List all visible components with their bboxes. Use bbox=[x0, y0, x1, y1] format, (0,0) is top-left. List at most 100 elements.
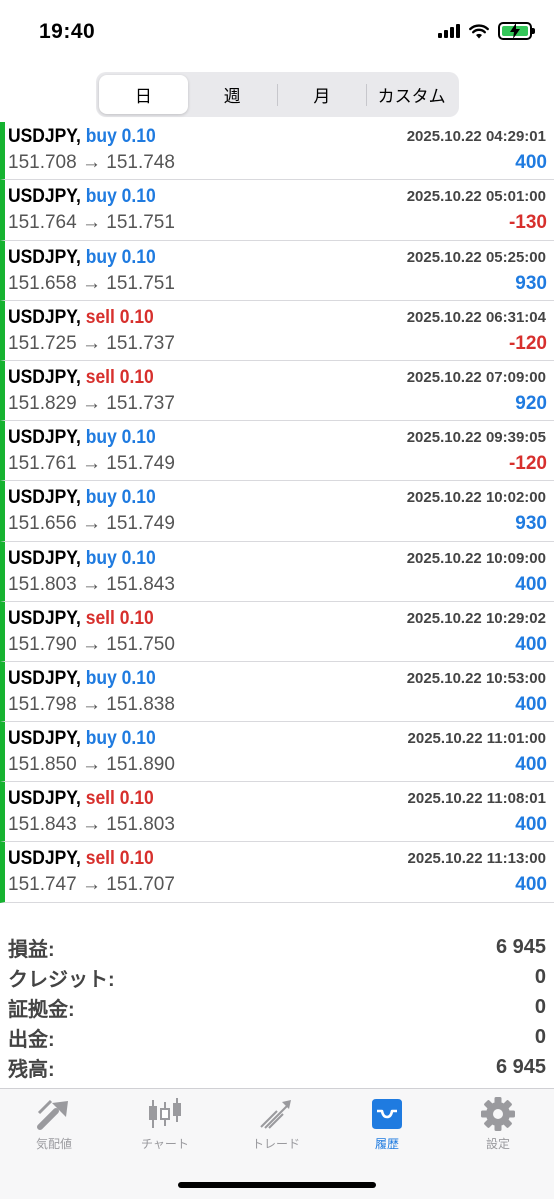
settings-icon bbox=[481, 1097, 515, 1131]
trade-row[interactable]: USDJPY, buy 0.10 2025.10.22 04:29:01 151.7… bbox=[0, 120, 554, 181]
summary-row: 残高: 6 945 bbox=[0, 1052, 554, 1082]
tabbar-chart[interactable]: チャート bbox=[120, 1097, 210, 1152]
summary-row: 出金: 0 bbox=[0, 1022, 554, 1052]
symbol-label: USDJPY, bbox=[8, 728, 81, 750]
trade-row[interactable]: USDJPY, buy 0.10 2025.10.22 10:53:00 151.7… bbox=[0, 661, 554, 723]
side-label: sell bbox=[85, 366, 115, 388]
open-price: 151.725 bbox=[8, 332, 77, 354]
close-price: 151.748 bbox=[106, 152, 175, 174]
summary-value: 6 945 bbox=[495, 1055, 546, 1078]
summary-row: 損益: 6 945 bbox=[0, 932, 554, 962]
trade-symbol: USDJPY, sell 0.10 bbox=[8, 608, 154, 630]
close-price: 151.749 bbox=[106, 453, 175, 475]
side-label: sell bbox=[85, 607, 115, 629]
tab-week[interactable]: 週 bbox=[188, 75, 277, 114]
trade-symbol: USDJPY, buy 0.10 bbox=[8, 668, 156, 690]
trade-row[interactable]: USDJPY, buy 0.10 2025.10.22 09:39:05 151.7… bbox=[0, 421, 554, 482]
tab-month[interactable]: 月 bbox=[278, 75, 367, 114]
volume-label: 0.10 bbox=[121, 667, 156, 689]
tabbar-quotes[interactable]: 気配値 bbox=[9, 1097, 99, 1152]
tab-day[interactable]: 日 bbox=[99, 75, 188, 114]
trade-prices: 151.708 → 151.748 bbox=[8, 152, 175, 174]
trade-profit: 400 bbox=[515, 633, 547, 655]
trade-row[interactable]: USDJPY, buy 0.10 2025.10.22 10:09:00 151.8… bbox=[0, 541, 554, 602]
trade-prices: 151.764 → 151.751 bbox=[8, 212, 175, 234]
trade-prices: 151.761 → 151.749 bbox=[8, 453, 175, 475]
symbol-label: USDJPY, bbox=[8, 487, 81, 509]
tabbar-label: 気配値 bbox=[35, 1137, 72, 1151]
trade-row[interactable]: USDJPY, buy 0.10 2025.10.22 10:02:00 151.6… bbox=[0, 481, 554, 542]
trade-row[interactable]: USDJPY, buy 0.10 2025.10.22 11:01:00 151.8… bbox=[0, 722, 554, 783]
cellular-signal-icon bbox=[438, 24, 460, 38]
trade-side: buy 0.10 bbox=[86, 247, 156, 268]
trade-row[interactable]: USDJPY, buy 0.10 2025.10.22 05:25:00 151.6… bbox=[0, 240, 554, 301]
trade-profit: 400 bbox=[515, 152, 547, 174]
trade-profit: 400 bbox=[515, 693, 547, 715]
summary-label: 残高: bbox=[8, 1058, 55, 1081]
trade-history-list[interactable]: 151.569 → 151.663940USDJPY, buy 0.102025… bbox=[0, 60, 554, 903]
close-price: 151.838 bbox=[106, 693, 175, 715]
tabbar-label: チャート bbox=[141, 1137, 189, 1151]
close-price: 151.737 bbox=[106, 332, 175, 354]
tabbar-history[interactable]: 履歴 bbox=[342, 1097, 432, 1152]
trade-profit: -120 bbox=[508, 453, 547, 475]
symbol-label: USDJPY, bbox=[8, 366, 81, 388]
trade-datetime: 2025.10.22 05:01:00 bbox=[406, 188, 546, 206]
open-price: 151.764 bbox=[8, 212, 77, 234]
tabbar-label: トレード bbox=[251, 1137, 300, 1151]
trade-side: buy 0.10 bbox=[86, 427, 156, 448]
tabbar-trade[interactable]: トレード bbox=[231, 1097, 321, 1152]
close-price: 151.843 bbox=[106, 573, 175, 595]
symbol-label: USDJPY, bbox=[8, 547, 81, 569]
trade-profit: 930 bbox=[515, 272, 547, 294]
volume-label: 0.10 bbox=[121, 547, 156, 569]
volume-label: 0.10 bbox=[121, 126, 156, 148]
trade-profit: 400 bbox=[515, 874, 547, 896]
trade-profit: 930 bbox=[515, 513, 547, 535]
status-icons bbox=[438, 22, 535, 40]
side-label: sell bbox=[85, 848, 115, 870]
trade-row[interactable]: USDJPY, sell 0.10 2025.10.22 11:08:01 151.… bbox=[0, 782, 554, 843]
tab-custom[interactable]: カスタム bbox=[367, 75, 456, 114]
tabbar-settings[interactable]: 設定 bbox=[453, 1097, 543, 1152]
trade-prices: 151.843 → 151.803 bbox=[8, 814, 175, 836]
trade-profit: -130 bbox=[508, 212, 547, 234]
summary-row: クレジット: 0 bbox=[0, 962, 554, 992]
period-selector-bar: 日 週 月 カスタム bbox=[0, 66, 554, 122]
volume-label: 0.10 bbox=[121, 487, 156, 509]
trade-symbol: USDJPY, sell 0.10 bbox=[8, 848, 154, 870]
symbol-label: USDJPY, bbox=[8, 246, 81, 268]
summary-label: 出金: bbox=[8, 1028, 55, 1051]
trade-side: buy 0.10 bbox=[86, 728, 156, 749]
history-icon bbox=[372, 1099, 402, 1129]
trade-datetime: 2025.10.22 05:25:00 bbox=[406, 248, 546, 266]
side-label: buy bbox=[85, 246, 117, 268]
trade-profit: 920 bbox=[515, 392, 547, 414]
trade-side: buy 0.10 bbox=[86, 126, 156, 147]
trade-row[interactable]: USDJPY, sell 0.10 2025.10.22 07:09:00 151.… bbox=[0, 360, 554, 422]
trade-symbol: USDJPY, sell 0.10 bbox=[8, 307, 154, 329]
volume-label: 0.10 bbox=[121, 427, 156, 449]
trade-row[interactable]: USDJPY, sell 0.10 2025.10.22 06:31:04 151.… bbox=[0, 300, 554, 361]
trade-icon bbox=[260, 1100, 291, 1129]
trade-prices: 151.790 → 151.750 bbox=[8, 633, 175, 655]
trade-datetime: 2025.10.22 10:09:00 bbox=[406, 549, 546, 567]
trade-prices: 151.829 → 151.737 bbox=[8, 392, 175, 414]
trade-row[interactable]: USDJPY, sell 0.10 2025.10.22 10:29:02 151.… bbox=[0, 601, 554, 662]
trade-side: sell 0.10 bbox=[86, 608, 154, 629]
trade-row[interactable]: USDJPY, sell 0.10 2025.10.22 11:13:00 151.… bbox=[0, 842, 554, 903]
open-price: 151.790 bbox=[8, 633, 77, 655]
side-label: buy bbox=[85, 427, 117, 449]
trade-symbol: USDJPY, buy 0.10 bbox=[8, 487, 156, 509]
open-price: 151.798 bbox=[8, 693, 77, 715]
trade-side: buy 0.10 bbox=[86, 487, 156, 508]
trade-row[interactable]: USDJPY, buy 0.10 2025.10.22 05:01:00 151.7… bbox=[0, 180, 554, 241]
open-price: 151.658 bbox=[8, 272, 77, 294]
trade-prices: 151.850 → 151.890 bbox=[8, 754, 175, 776]
volume-label: 0.10 bbox=[121, 728, 156, 750]
volume-label: 0.10 bbox=[119, 788, 154, 810]
volume-label: 0.10 bbox=[119, 848, 154, 870]
symbol-label: USDJPY, bbox=[8, 848, 81, 870]
trade-symbol: USDJPY, buy 0.10 bbox=[8, 548, 156, 570]
trade-datetime: 2025.10.22 10:02:00 bbox=[406, 489, 546, 507]
